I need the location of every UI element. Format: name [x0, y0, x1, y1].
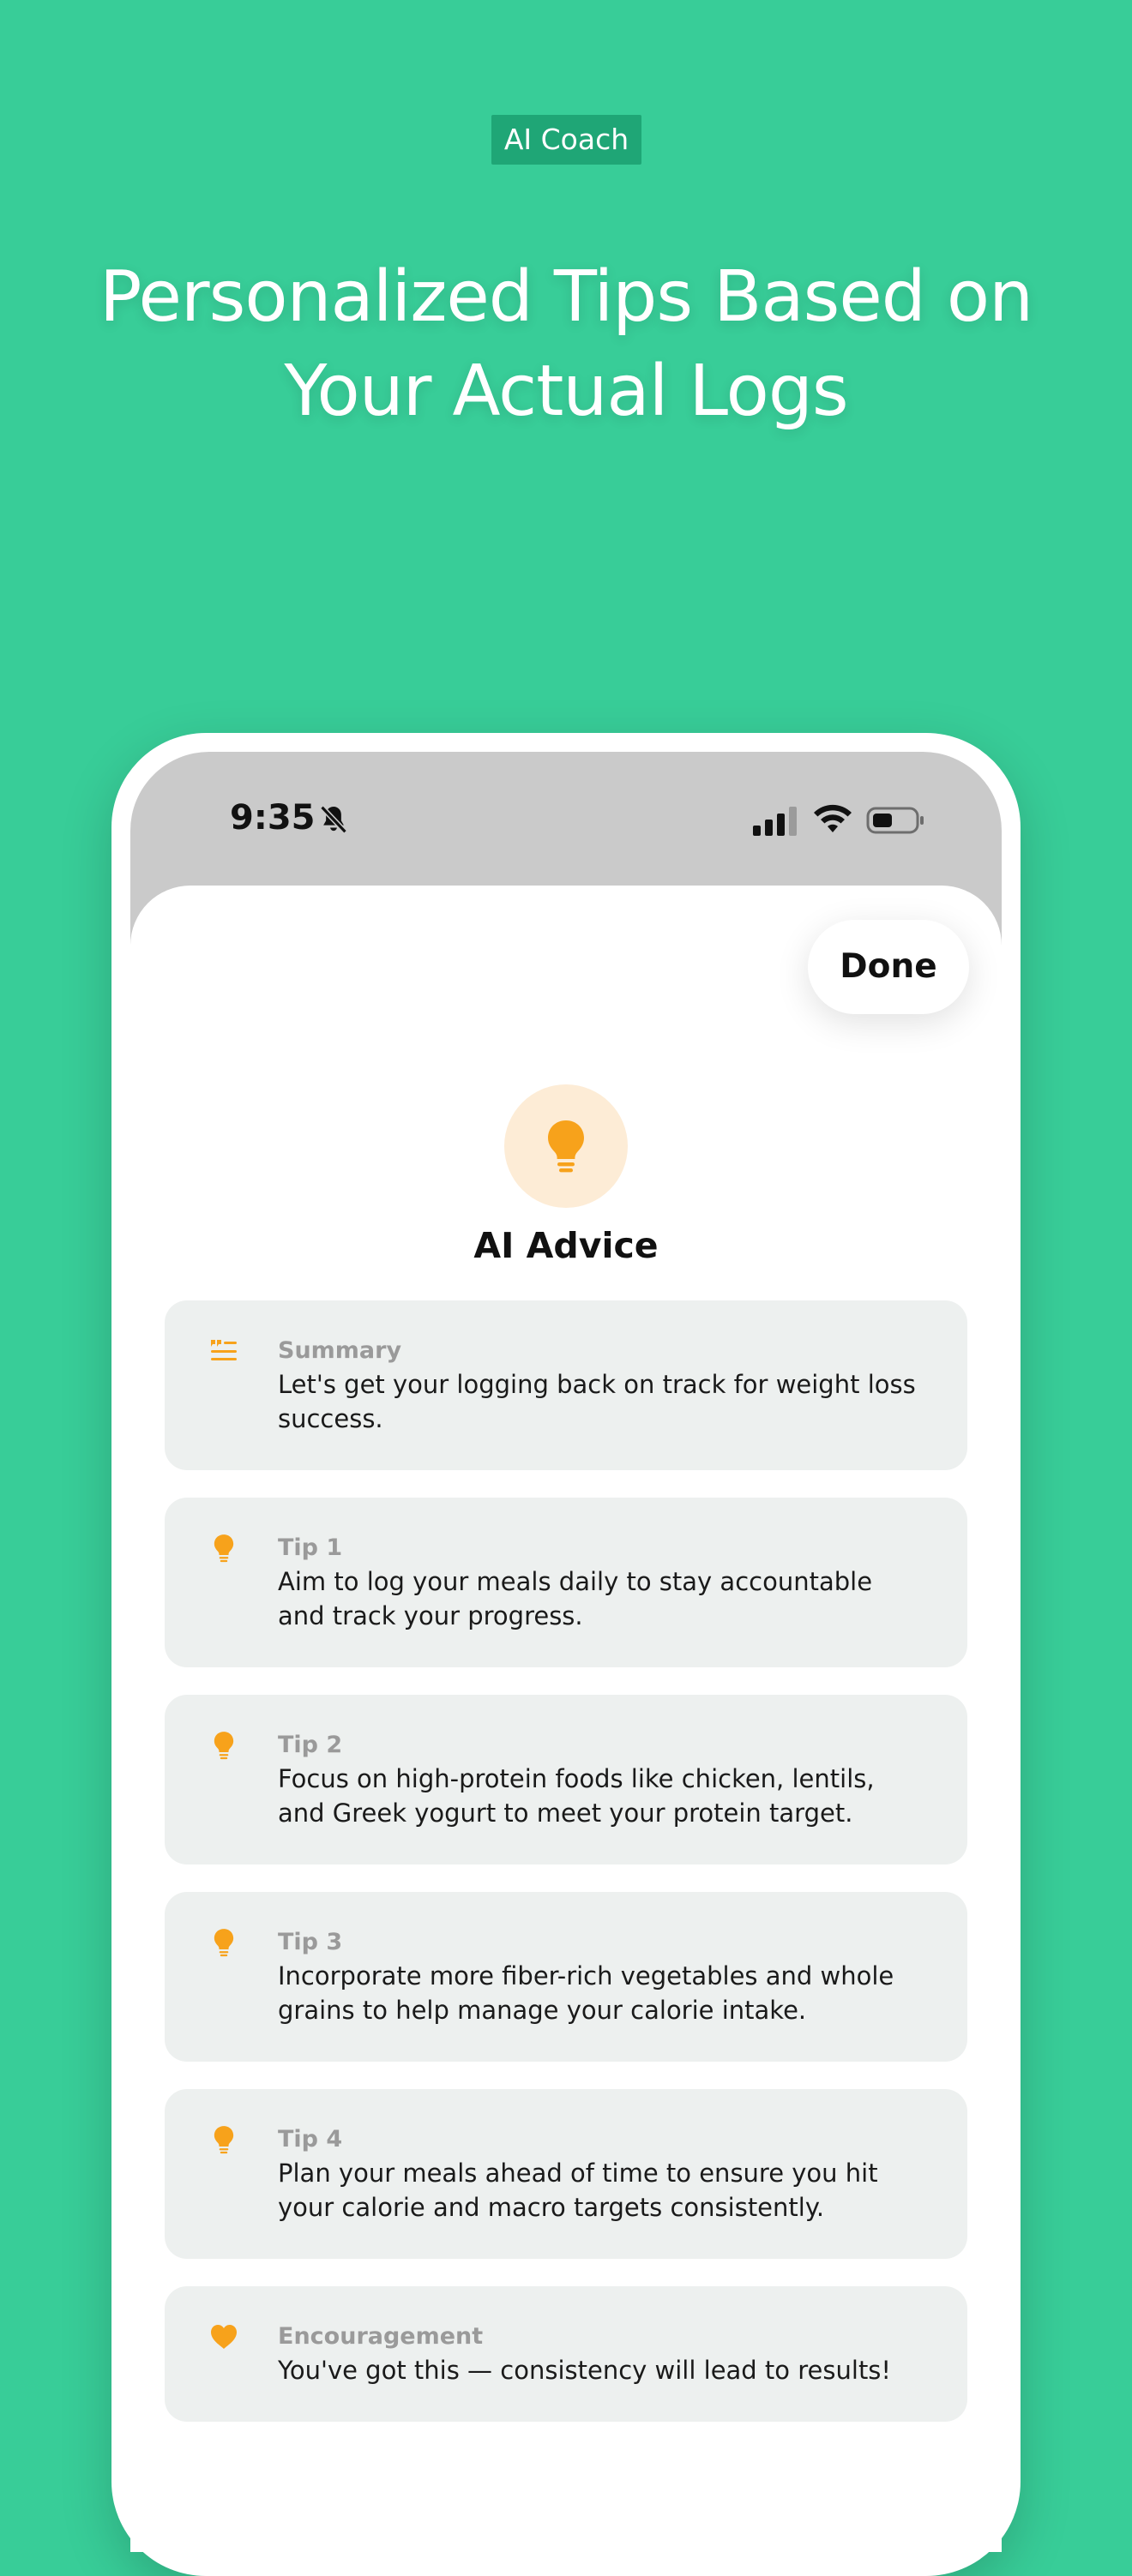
card-label: Tip 2 — [278, 1732, 343, 1758]
status-bar: 9:35 — [130, 752, 1002, 889]
battery-icon — [866, 807, 924, 834]
advice-card-list: Summary Let's get your logging back on t… — [165, 1300, 967, 2449]
card-label: Encouragement — [278, 2323, 484, 2350]
status-time: 9:35 — [230, 798, 316, 838]
lightbulb-icon — [214, 1929, 234, 1957]
card-label: Tip 3 — [278, 1929, 343, 1955]
bell-slash-icon — [320, 805, 347, 834]
card-label: Tip 1 — [278, 1534, 343, 1561]
sheet-title: AI Advice — [473, 1225, 659, 1266]
promo-headline: Personalized Tips Based on Your Actual L… — [99, 256, 1033, 432]
cellular-signal-icon — [753, 807, 797, 836]
lightbulb-icon — [214, 1534, 234, 1563]
lightbulb-icon — [214, 2126, 234, 2154]
tip-card-3: Tip 3 Incorporate more fiber-rich vegeta… — [165, 1892, 967, 2062]
card-text: Plan your meals ahead of time to ensure … — [278, 2159, 878, 2222]
card-text: Focus on high-protein foods like chicken… — [278, 1764, 875, 1828]
card-text: Aim to log your meals daily to stay acco… — [278, 1567, 873, 1630]
heart-icon — [211, 2325, 237, 2349]
phone-screen: 9:35 Done AI Advice Summary Let's get yo… — [130, 752, 1002, 2552]
ai-advice-sheet: Done AI Advice Summary Let's get your lo… — [130, 886, 1002, 2552]
card-label: Tip 4 — [278, 2126, 343, 2153]
text-summary-icon — [211, 1340, 237, 1360]
tip-card-1: Tip 1 Aim to log your meals daily to sta… — [165, 1498, 967, 1667]
summary-card: Summary Let's get your logging back on t… — [165, 1300, 967, 1470]
ai-coach-badge: AI Coach — [491, 115, 641, 165]
card-text: You've got this — consistency will lead … — [278, 2356, 892, 2385]
tip-card-4: Tip 4 Plan your meals ahead of time to e… — [165, 2089, 967, 2259]
card-label: Summary — [278, 1337, 402, 1364]
card-text: Let's get your logging back on track for… — [278, 1370, 916, 1433]
lightbulb-icon — [214, 1732, 234, 1760]
tip-card-2: Tip 2 Focus on high-protein foods like c… — [165, 1695, 967, 1864]
hero-lightbulb-badge — [504, 1084, 628, 1208]
encouragement-card: Encouragement You've got this — consiste… — [165, 2286, 967, 2422]
wifi-icon — [814, 804, 852, 832]
done-button[interactable]: Done — [808, 920, 969, 1014]
card-text: Incorporate more fiber-rich vegetables a… — [278, 1961, 894, 2025]
lightbulb-icon — [548, 1120, 584, 1173]
